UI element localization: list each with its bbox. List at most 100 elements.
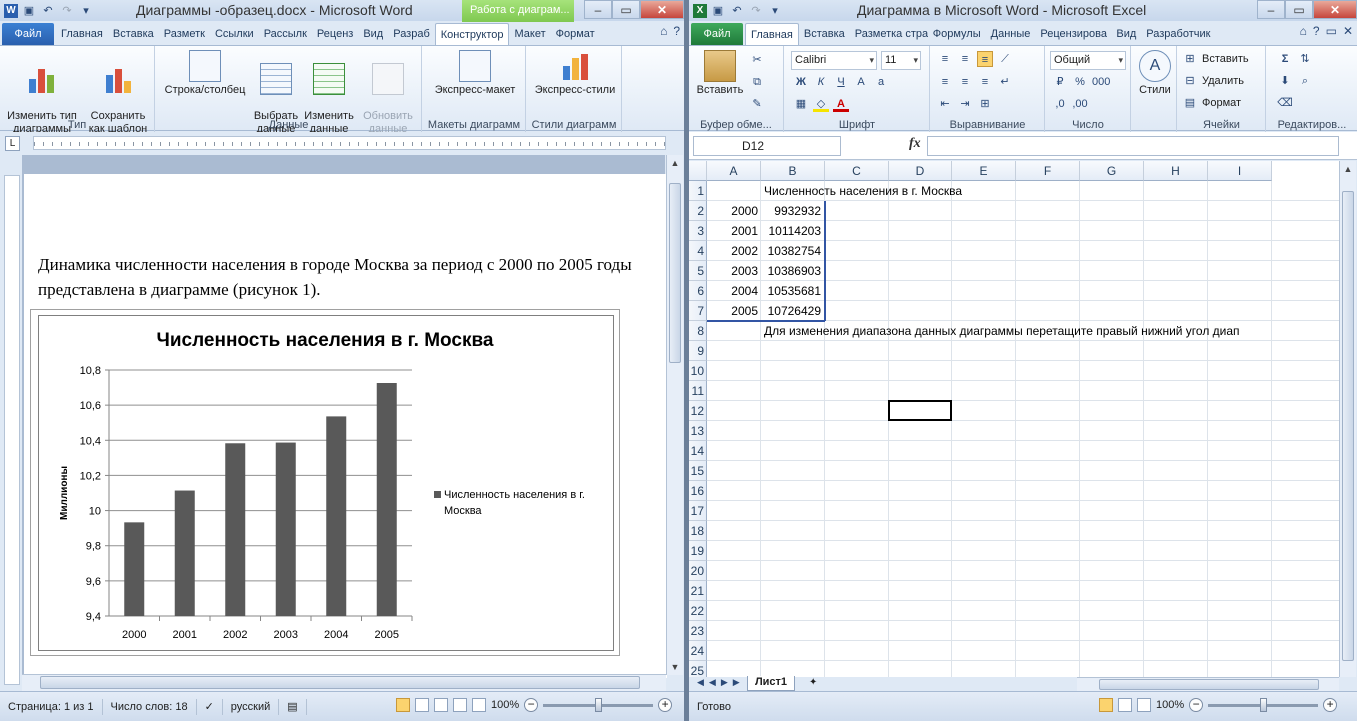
selected-cell-d12[interactable] — [888, 400, 952, 421]
row-header-19[interactable]: 19 — [689, 541, 707, 561]
name-box[interactable]: D12 — [693, 136, 841, 156]
column-header-h[interactable]: H — [1144, 161, 1208, 181]
tab-layout[interactable]: Макет — [509, 23, 550, 45]
font-color-icon[interactable]: A — [833, 96, 849, 112]
page-counter[interactable]: Страница: 1 из 1 — [0, 698, 103, 715]
fill-icon[interactable]: ⬇ — [1277, 73, 1293, 89]
row-header-9[interactable]: 9 — [689, 341, 707, 361]
excel-tab-insert[interactable]: Вставка — [799, 23, 850, 45]
scroll-up-arrow[interactable]: ▲ — [667, 155, 683, 171]
excel-zoom-slider[interactable] — [1208, 697, 1319, 712]
tab-design[interactable]: Конструктор — [434, 23, 510, 45]
quick-layout-button[interactable]: Экспресс-макет — [427, 50, 523, 97]
align-right-icon[interactable]: ≡ — [977, 74, 993, 90]
formula-input[interactable] — [927, 136, 1339, 156]
row-header-6[interactable]: 6 — [689, 281, 707, 301]
row-header-25[interactable]: 25 — [689, 661, 707, 677]
excel-tab-review[interactable]: Рецензирова — [1035, 23, 1111, 45]
excel-undo-icon[interactable]: ↶ — [729, 3, 745, 19]
tab-insert[interactable]: Вставка — [108, 23, 159, 45]
excel-zoom-in-icon[interactable]: + — [1323, 698, 1338, 712]
select-all-corner[interactable] — [689, 161, 707, 181]
sheet-nav-arrows[interactable]: ◀◀▶▶ — [697, 677, 745, 688]
row-header-3[interactable]: 3 — [689, 221, 707, 241]
tab-selector[interactable]: L — [5, 136, 20, 151]
cell-b6[interactable]: 10535681 — [761, 281, 821, 301]
thousands-icon[interactable]: 000 — [1092, 74, 1110, 90]
cell-b8[interactable]: Для изменения диапазона данных диаграммы… — [764, 321, 1240, 341]
insert-cells-row[interactable]: ⊞ Вставить — [1182, 51, 1248, 67]
excel-tab-home[interactable]: Главная — [745, 23, 799, 45]
tab-home[interactable]: Главная — [56, 23, 108, 45]
word-vertical-scrollbar[interactable]: ▲ ▼ — [666, 155, 683, 675]
row-header-1[interactable]: 1 — [689, 181, 707, 201]
row-header-11[interactable]: 11 — [689, 381, 707, 401]
excel-app-icon[interactable]: X — [693, 3, 707, 18]
shrink-font-icon[interactable]: a — [873, 74, 889, 90]
cut-icon[interactable]: ✂ — [749, 52, 765, 68]
excel-save-icon[interactable]: ▣ — [710, 3, 726, 19]
column-header-g[interactable]: G — [1080, 161, 1144, 181]
column-header-i[interactable]: I — [1208, 161, 1272, 181]
zoom-in-icon[interactable]: + — [658, 698, 673, 712]
italic-icon[interactable]: К — [813, 74, 829, 90]
number-format-select[interactable]: Общий — [1050, 51, 1126, 70]
bar-chart[interactable]: Численность населения в г. Москва Миллион… — [38, 315, 614, 651]
row-header-17[interactable]: 17 — [689, 501, 707, 521]
row-header-23[interactable]: 23 — [689, 621, 707, 641]
tab-review[interactable]: Реценз — [312, 23, 358, 45]
switch-row-column-button[interactable]: Строка/столбец — [160, 50, 250, 97]
row-header-18[interactable]: 18 — [689, 521, 707, 541]
redo-icon[interactable]: ↷ — [59, 3, 75, 19]
align-center-icon[interactable]: ≡ — [957, 74, 973, 90]
row-header-20[interactable]: 20 — [689, 561, 707, 581]
excel-close-button[interactable]: ✕ — [1313, 0, 1357, 19]
word-horizontal-scrollbar[interactable] — [22, 674, 666, 691]
row-header-5[interactable]: 5 — [689, 261, 707, 281]
web-layout-view-icon[interactable] — [434, 698, 448, 712]
row-header-4[interactable]: 4 — [689, 241, 707, 261]
undo-icon[interactable]: ↶ — [40, 3, 56, 19]
word-zoom-slider[interactable] — [543, 697, 654, 712]
format-painter-icon[interactable]: ✎ — [749, 96, 765, 112]
excel-scroll-thumb[interactable] — [1342, 191, 1354, 661]
excel-tab-page-layout[interactable]: Разметка стра — [850, 23, 928, 45]
quick-styles-button[interactable]: Экспресс-стили — [529, 50, 621, 97]
find-select-icon[interactable]: ⌕ — [1297, 73, 1313, 89]
word-zoom-level[interactable]: 100% — [491, 699, 519, 711]
fill-color-icon[interactable]: ◇ — [813, 96, 829, 112]
word-count[interactable]: Число слов: 18 — [103, 698, 197, 715]
row-header-16[interactable]: 16 — [689, 481, 707, 501]
orientation-icon[interactable]: ⟋ — [997, 51, 1013, 67]
excel-customize-qat-icon[interactable]: ▾ — [767, 3, 783, 19]
excel-redo-icon[interactable]: ↷ — [748, 3, 764, 19]
outline-view-icon[interactable] — [453, 698, 467, 712]
tab-mailings[interactable]: Рассылк — [259, 23, 312, 45]
excel-horizontal-scrollbar[interactable] — [1077, 677, 1339, 691]
font-name-select[interactable]: Calibri — [791, 51, 877, 70]
page-layout-view-icon[interactable] — [1118, 698, 1132, 712]
row-header-15[interactable]: 15 — [689, 461, 707, 481]
row-header-13[interactable]: 13 — [689, 421, 707, 441]
excel-zoom-out-icon[interactable]: − — [1189, 698, 1204, 712]
tab-developer[interactable]: Разраб — [388, 23, 435, 45]
excel-vertical-scrollbar[interactable]: ▲ — [1339, 161, 1356, 677]
sheet-tab-list1[interactable]: Лист1 — [747, 676, 795, 691]
cell-a4[interactable]: 2002 — [707, 241, 758, 261]
row-header-2[interactable]: 2 — [689, 201, 707, 221]
align-middle-icon[interactable]: ≡ — [957, 51, 973, 67]
word-scroll-thumb[interactable] — [669, 183, 681, 363]
borders-icon[interactable]: ▦ — [793, 96, 809, 112]
paste-button[interactable]: Вставить — [693, 50, 747, 97]
page-break-view-icon[interactable] — [1137, 698, 1151, 712]
maximize-button[interactable]: ▭ — [612, 0, 640, 19]
wrap-text-icon[interactable]: ↵ — [997, 74, 1013, 90]
worksheet-grid[interactable]: A B C D E F G H I 1 2 3 4 5 6 7 8 9 10 11 12 13 14 15 16 17 18 19 20… — [689, 161, 1339, 677]
cell-b7[interactable]: 10726429 — [761, 301, 821, 321]
minimize-button[interactable]: – — [584, 0, 612, 19]
document-paragraph[interactable]: Динамика численности населения в городе … — [38, 252, 668, 302]
row-header-8[interactable]: 8 — [689, 321, 707, 341]
row-header-21[interactable]: 21 — [689, 581, 707, 601]
cell-a7[interactable]: 2005 — [707, 301, 758, 321]
excel-close-workbook-icon[interactable]: ✕ — [1343, 24, 1353, 38]
